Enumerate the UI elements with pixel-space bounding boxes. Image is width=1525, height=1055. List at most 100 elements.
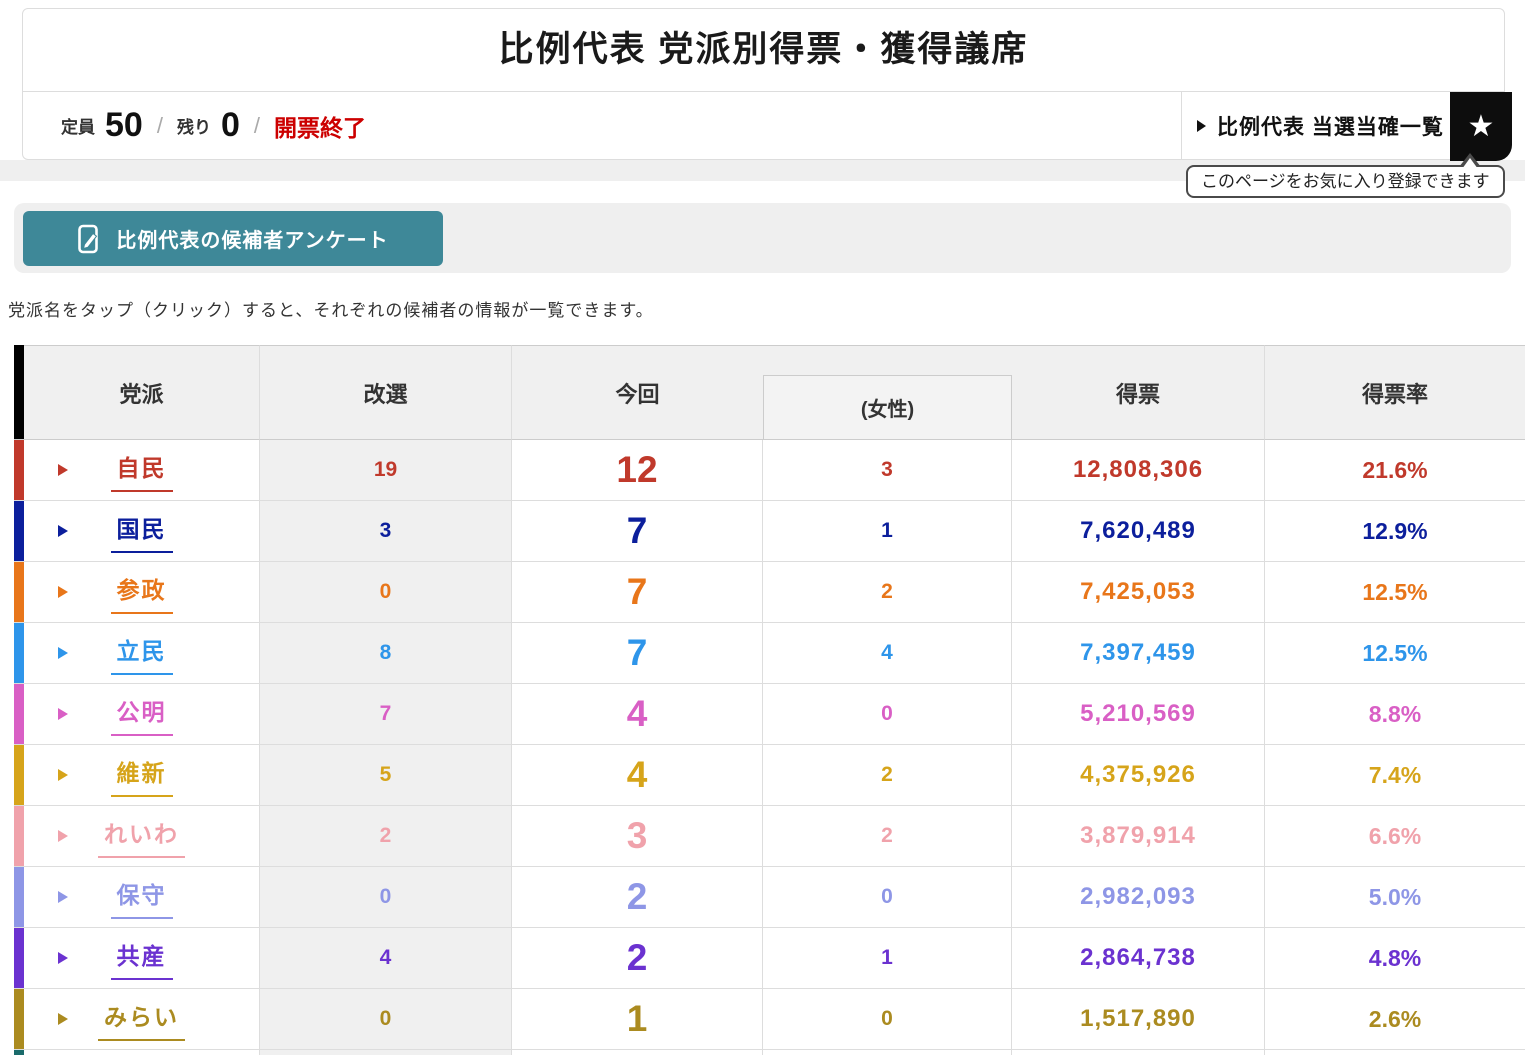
votes-cell: 4,375,926	[1012, 745, 1265, 805]
vote-share-cell: 21.6%	[1265, 440, 1525, 500]
cutoff-last-cell	[260, 1050, 512, 1055]
header-color-bar	[14, 345, 24, 440]
favorite-button[interactable]: ★	[1450, 92, 1512, 161]
current-seats-cell: 4	[512, 745, 763, 805]
cutoff-current-cell	[512, 1050, 763, 1055]
tooltip-notch-fill	[1462, 158, 1478, 169]
party-cell: 国民	[24, 501, 260, 561]
vote-share-cell: 6.6%	[1265, 806, 1525, 866]
vote-share-cell: 2.6%	[1265, 989, 1525, 1049]
party-cell: れいわ	[24, 806, 260, 866]
party-color-bar	[14, 989, 24, 1049]
survey-panel: 比例代表の候補者アンケート	[14, 203, 1511, 273]
status-badge: 開票終了	[274, 109, 366, 143]
party-link[interactable]: 立民	[111, 632, 173, 675]
last-seats-cell: 19	[260, 440, 512, 500]
current-seats-cell: 7	[512, 623, 763, 683]
survey-button[interactable]: 比例代表の候補者アンケート	[23, 211, 443, 266]
party-link[interactable]: 共産	[111, 937, 173, 980]
party-cell: 共産	[24, 928, 260, 988]
vote-share-cell: 12.5%	[1265, 562, 1525, 622]
current-seats-cell: 4	[512, 684, 763, 744]
slash-divider: /	[254, 113, 260, 139]
last-seats-cell: 0	[260, 562, 512, 622]
party-link[interactable]: 自民	[111, 449, 173, 492]
current-seats-cell: 2	[512, 867, 763, 927]
arrow-right-icon	[58, 464, 68, 476]
arrow-right-icon	[58, 708, 68, 720]
party-color-bar	[14, 928, 24, 988]
women-seats-cell: 2	[763, 745, 1012, 805]
women-seats-cell: 0	[763, 684, 1012, 744]
table-header-row: 党派 改選 今回 (女性) 得票 得票率	[14, 345, 1525, 440]
party-cell: 公明	[24, 684, 260, 744]
votes-cell: 12,808,306	[1012, 440, 1265, 500]
party-link[interactable]: 公明	[111, 693, 173, 736]
party-link[interactable]: みらい	[98, 998, 185, 1041]
column-header-women-label: (女性)	[763, 375, 1012, 439]
votes-cell: 7,397,459	[1012, 623, 1265, 683]
vote-share-cell: 12.9%	[1265, 501, 1525, 561]
women-seats-cell: 4	[763, 623, 1012, 683]
cutoff-votes-cell	[1012, 1050, 1265, 1055]
remaining-label: 残り	[177, 113, 211, 138]
party-cell: 維新	[24, 745, 260, 805]
remaining-value: 0	[221, 106, 240, 145]
results-table: 党派 改選 今回 (女性) 得票 得票率 自民 19 12 3 12,808,3…	[14, 345, 1525, 1055]
party-color-bar	[14, 440, 24, 500]
party-color-bar	[14, 867, 24, 927]
arrow-right-icon	[58, 769, 68, 781]
women-seats-cell: 1	[763, 928, 1012, 988]
header-card: 比例代表 党派別得票・獲得議席 定員 50 / 残り 0 / 開票終了 比例代表…	[22, 8, 1505, 160]
vertical-divider	[1181, 92, 1182, 159]
women-seats-cell: 0	[763, 989, 1012, 1049]
table-body: 自民 19 12 3 12,808,306 21.6% 国民 3 7 1 7,6…	[14, 440, 1525, 1050]
women-seats-cell: 2	[763, 806, 1012, 866]
party-cell: みらい	[24, 989, 260, 1049]
current-seats-cell: 7	[512, 501, 763, 561]
votes-cell: 7,425,053	[1012, 562, 1265, 622]
cutoff-row-color-bar	[14, 1050, 24, 1055]
arrow-right-icon	[58, 647, 68, 659]
party-link[interactable]: 維新	[111, 754, 173, 797]
current-seats-cell: 2	[512, 928, 763, 988]
arrow-right-icon	[58, 830, 68, 842]
party-cell: 参政	[24, 562, 260, 622]
votes-cell: 3,879,914	[1012, 806, 1265, 866]
current-seats-cell: 7	[512, 562, 763, 622]
column-header-votes: 得票	[1012, 345, 1265, 440]
instruction-text: 党派名をタップ（クリック）すると、それぞれの候補者の情報が一覧できます。	[8, 296, 654, 321]
vote-share-cell: 4.8%	[1265, 928, 1525, 988]
arrow-right-icon	[1197, 120, 1206, 132]
table-row: 自民 19 12 3 12,808,306 21.6%	[14, 440, 1525, 501]
arrow-right-icon	[58, 1013, 68, 1025]
party-link[interactable]: 参政	[111, 571, 173, 614]
winners-list-link[interactable]: 比例代表 当選当確一覧	[1187, 92, 1454, 159]
table-row: みらい 0 1 0 1,517,890 2.6%	[14, 989, 1525, 1050]
party-link[interactable]: 国民	[111, 510, 173, 553]
women-seats-cell: 2	[763, 562, 1012, 622]
cutoff-party-cell	[24, 1050, 260, 1055]
party-cell: 保守	[24, 867, 260, 927]
party-link[interactable]: れいわ	[98, 815, 185, 858]
favorite-tooltip: このページをお気に入り登録できます	[1186, 165, 1505, 198]
women-seats-cell: 3	[763, 440, 1012, 500]
table-row-cutoff	[14, 1050, 1525, 1055]
table-row: 国民 3 7 1 7,620,489 12.9%	[14, 501, 1525, 562]
party-color-bar	[14, 501, 24, 561]
table-row: れいわ 2 3 2 3,879,914 6.6%	[14, 806, 1525, 867]
survey-button-label: 比例代表の候補者アンケート	[116, 224, 388, 253]
last-seats-cell: 5	[260, 745, 512, 805]
table-row: 共産 4 2 1 2,864,738 4.8%	[14, 928, 1525, 989]
current-seats-cell: 12	[512, 440, 763, 500]
current-seats-cell: 1	[512, 989, 763, 1049]
votes-cell: 7,620,489	[1012, 501, 1265, 561]
arrow-right-icon	[58, 525, 68, 537]
column-header-women: (女性)	[763, 345, 1012, 440]
votes-cell: 2,864,738	[1012, 928, 1265, 988]
party-link[interactable]: 保守	[111, 876, 173, 919]
table-row: 公明 7 4 0 5,210,569 8.8%	[14, 684, 1525, 745]
table-row: 参政 0 7 2 7,425,053 12.5%	[14, 562, 1525, 623]
vote-share-cell: 7.4%	[1265, 745, 1525, 805]
column-header-share: 得票率	[1265, 345, 1525, 440]
